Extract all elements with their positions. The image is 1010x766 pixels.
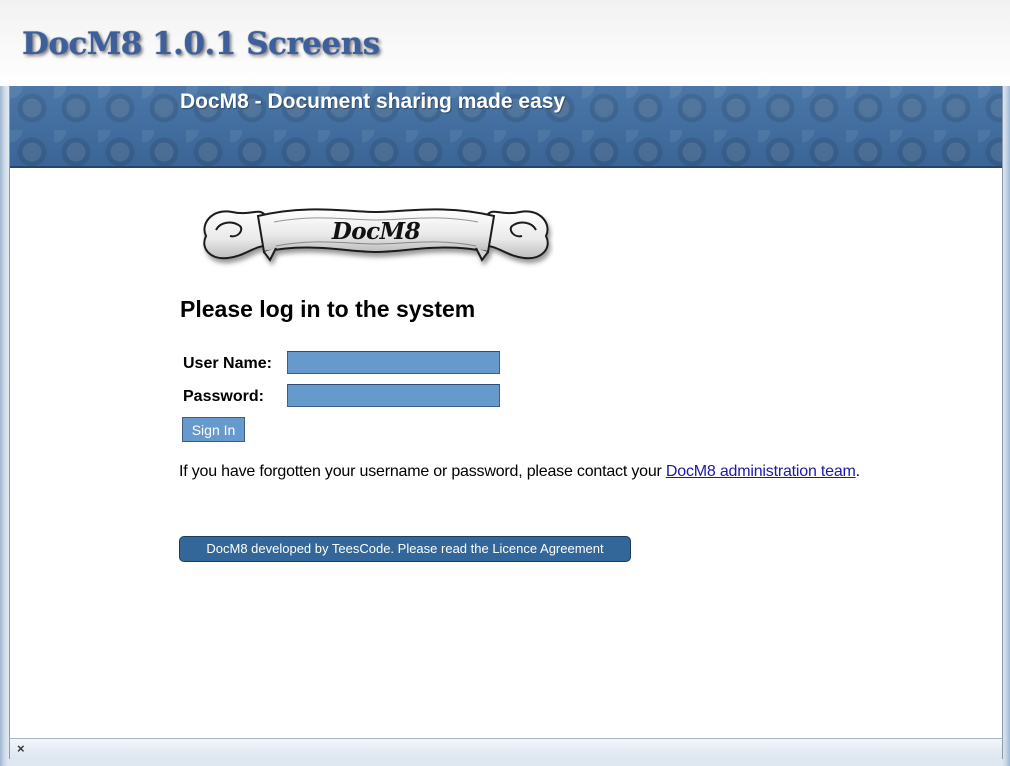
caption-banner: DocM8 1.0.1 Screens — [0, 0, 1010, 86]
page-viewport: DocM8 - Document sharing made easy DocM8… — [9, 86, 1003, 738]
licence-footer-bar[interactable]: DocM8 developed by TeesCode. Please read… — [179, 536, 631, 562]
screenshot-stage: DocM8 1.0.1 Screens DocM8 - Document sha… — [0, 0, 1010, 766]
docm8-logo: DocM8 — [198, 200, 554, 276]
username-input[interactable] — [287, 351, 500, 374]
password-label: Password: — [183, 388, 264, 405]
help-text-prefix: If you have forgotten your username or p… — [179, 463, 666, 480]
password-input[interactable] — [287, 384, 500, 407]
close-icon[interactable]: × — [17, 741, 25, 756]
help-text-suffix: . — [855, 463, 860, 480]
username-label: User Name: — [183, 355, 272, 372]
sign-in-button[interactable]: Sign In — [182, 417, 245, 442]
admin-team-link[interactable]: DocM8 administration team — [666, 463, 856, 480]
logo-text: DocM8 — [331, 218, 421, 245]
site-header: DocM8 - Document sharing made easy — [10, 86, 1002, 168]
status-bar: × — [9, 738, 1003, 759]
caption-title: DocM8 1.0.1 Screens — [22, 26, 380, 62]
site-title: DocM8 - Document sharing made easy — [180, 90, 566, 113]
browser-window: DocM8 - Document sharing made easy DocM8… — [0, 86, 1010, 766]
forgot-credentials-text: If you have forgotten your username or p… — [179, 463, 860, 481]
login-heading: Please log in to the system — [180, 296, 476, 322]
